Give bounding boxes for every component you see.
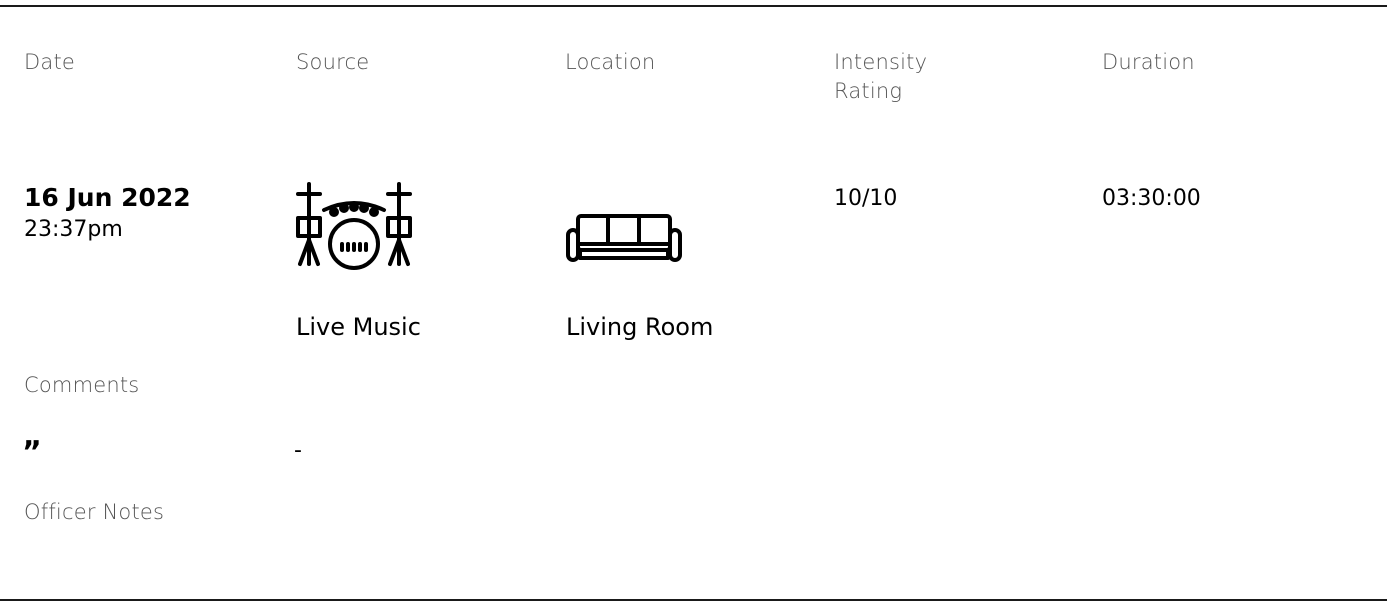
header-duration: Duration bbox=[1102, 50, 1195, 74]
header-date: Date bbox=[24, 50, 75, 74]
duration-value: 03:30:00 bbox=[1102, 186, 1201, 211]
bottom-divider bbox=[0, 599, 1387, 601]
quote-icon: ” bbox=[22, 435, 42, 470]
intensity-value: 10/10 bbox=[834, 186, 898, 211]
location-label: Living Room bbox=[566, 313, 714, 341]
record-date: 16 Jun 2022 bbox=[24, 183, 191, 212]
header-intensity-rating: Intensity Rating bbox=[834, 50, 928, 103]
header-source: Source bbox=[296, 50, 370, 74]
source-label: Live Music bbox=[296, 313, 421, 341]
comments-label: Comments bbox=[24, 373, 140, 397]
record-time: 23:37pm bbox=[24, 217, 123, 242]
top-divider bbox=[0, 5, 1387, 7]
drum-kit-icon bbox=[290, 180, 418, 292]
sofa-icon bbox=[560, 180, 688, 292]
comments-value: - bbox=[294, 438, 302, 463]
officer-notes-label: Officer Notes bbox=[24, 500, 165, 524]
header-location: Location bbox=[565, 50, 656, 74]
